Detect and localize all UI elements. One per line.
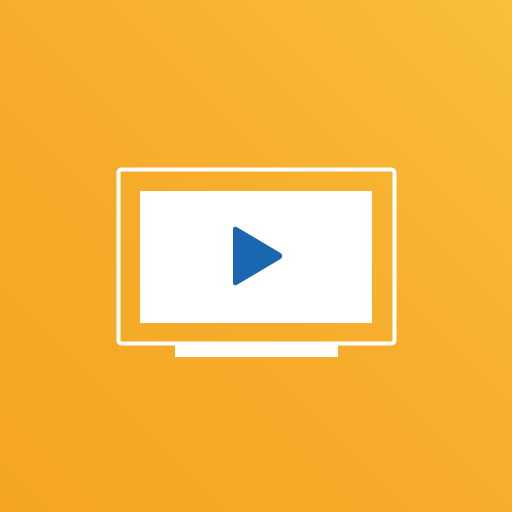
app-icon[interactable] xyxy=(0,0,512,512)
tv-stand xyxy=(175,345,338,357)
tv-play-icon xyxy=(116,167,397,357)
